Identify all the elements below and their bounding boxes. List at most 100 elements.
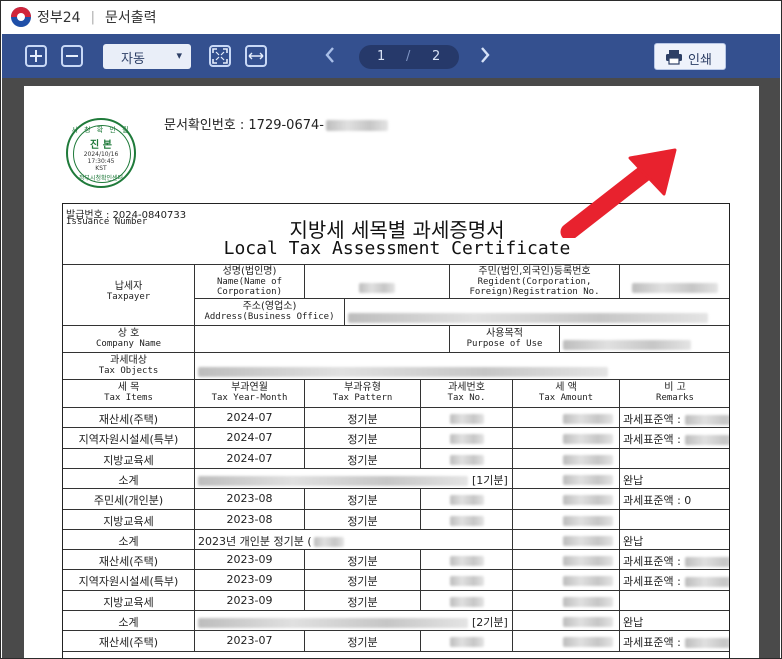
table-row-amount [513,489,620,510]
table-row-item: 지역자원시설세(특부) [63,570,195,591]
tax-item: 소계 [118,535,139,548]
zoom-out-button[interactable] [61,45,83,67]
table-row-amount [513,428,620,449]
redacted-block [684,577,729,587]
table-row-yearmonth: 2023-09 [195,591,305,611]
redacted-block [359,282,395,293]
redacted-block [325,120,388,131]
tax-item: 재산세(주택) [98,413,159,426]
fit-page-button[interactable] [209,45,231,67]
table-row-pattern: 정기분 [305,489,421,510]
redacted-block [449,495,484,505]
minus-icon [66,55,78,57]
table-row-remarks: 완납 [620,469,729,489]
table-row-yearmonth: 2023-09 [195,570,305,591]
redacted-block [684,557,729,567]
tax-item: 소계 [118,474,139,487]
table-row-pattern: 정기분 [305,408,421,428]
zoom-in-button[interactable] [25,45,47,67]
redacted-block [449,597,484,607]
table-row-yearmonth: 2024-07 [195,408,305,428]
table-row-amount [513,631,620,652]
redacted-block [563,516,613,526]
window-title: 문서출력 [104,10,157,26]
tax-year-month: 2023-09 [226,594,273,607]
redacted-block [198,618,468,628]
address-value [345,299,729,326]
table-row-item: 지역자원시설세(특부) [63,428,195,449]
tax-item: 지역자원시설세(특부) [78,575,179,588]
table-row-subtotal-desc: 2023년 개인분 정기분 ( [195,530,513,550]
table-row-remarks: 과세표준액 : [620,428,729,449]
certificate: 발급번호 : 2024-0840733 Issuance Number 지방세 … [62,203,730,658]
table-row-item: 소계 [63,469,195,489]
redacted-block [563,495,613,505]
subtotal-desc: 2023년 개인분 정기분 ( [198,535,312,548]
table-row-amount [513,611,620,631]
table-row-yearmonth: 2023-08 [195,510,305,530]
remark-text: 과세표준액 : [623,433,681,446]
table-row-pattern: 정기분 [305,510,421,530]
app-name: 정부24 [37,10,81,26]
tax-pattern: 정기분 [347,596,378,609]
fit-width-button[interactable] [245,45,267,67]
table-row-remarks: 과세표준액 : [620,550,729,570]
tax-year-month: 2023-09 [226,553,273,566]
document-page: 문서확인번호 : 1729-0674- 시 청 확 인 필 진 본 2024/1… [24,86,759,658]
stamp-datetime: 2024/10/16 17:30:45 KST [68,151,134,172]
tax-item: 재산세(주택) [98,555,159,568]
page-current[interactable]: 1 [377,49,385,64]
regno-label: 주민(법인,외국인)등록번호 Regident(Corporation, Forei… [450,264,620,299]
redacted-block [684,435,729,445]
table-row-remarks [620,449,729,469]
tax-item: 재산세(주택) [98,636,159,649]
document-viewer[interactable]: 문서확인번호 : 1729-0674- 시 청 확 인 필 진 본 2024/1… [2,78,780,658]
fit-page-icon [212,48,228,64]
redacted-block [449,516,484,526]
stamp-center: 진 본 [90,140,112,151]
table-row-item: 재산세(주택) [63,631,195,652]
zoom-select[interactable]: 자동 ▾ [103,44,191,69]
print-button[interactable]: 인쇄 [654,43,726,70]
viewer-toolbar: 자동 ▾ 1 / 2 인쇄 [2,34,780,78]
table-row-item: 지방교육세 [63,510,195,530]
table-row-taxno [421,591,513,611]
remark-text: 과세표준액 : [623,636,681,649]
tax-year-month: 2023-08 [226,513,273,526]
remark-text: 과세표준액 : [623,555,681,568]
table-row-pattern: 정기분 [305,449,421,469]
table-row-pattern: 정기분 [305,631,421,652]
table-row-amount [513,408,620,428]
table-row-taxno [421,550,513,570]
tax-pattern: 정기분 [347,515,378,528]
redacted-block [563,339,691,350]
table-row-amount [513,591,620,611]
table-row-taxno [421,408,513,428]
tax-year-month: 2023-08 [226,492,273,505]
redacted-block [684,415,729,425]
table-row-remarks [620,510,729,530]
prev-page-button[interactable] [324,46,336,69]
redacted-block [449,556,484,566]
redacted-block [563,414,613,424]
redacted-block [449,434,484,444]
remark-text: 과세표준액 : [623,413,681,426]
redacted-block [684,638,729,648]
redacted-block [563,434,613,444]
next-page-button[interactable] [479,46,491,69]
table-row-item: 지방교육세 [63,591,195,611]
table-row-amount [513,530,620,550]
tax-year-month: 2023-09 [226,573,273,586]
fit-width-icon [248,52,264,60]
chevron-down-icon: ▾ [176,49,182,62]
table-row-pattern: 정기분 [305,591,421,611]
table-row-yearmonth: 2023-07 [195,631,305,652]
remark-text: 완납 [623,616,644,629]
redacted-block [449,637,484,647]
tax-item: 지방교육세 [103,515,154,528]
remark-text: 완납 [623,474,644,487]
table-header: 과세번호 Tax No. [421,380,513,408]
chevron-left-icon [325,47,334,63]
certificate-title-en: Local Tax Assessment Certificate [223,238,571,259]
table-row-pattern: 정기분 [305,550,421,570]
